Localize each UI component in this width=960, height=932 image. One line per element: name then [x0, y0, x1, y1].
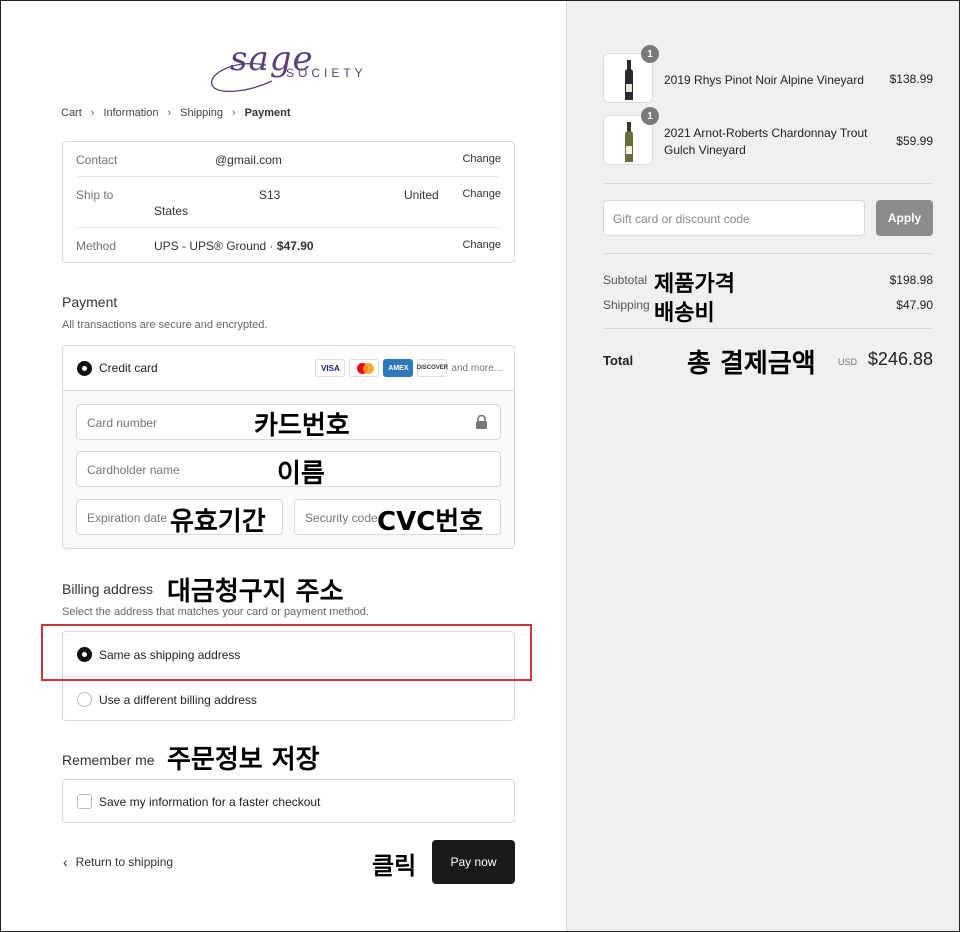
payment-subtitle: All transactions are secure and encrypte…	[62, 319, 268, 331]
card-number-placeholder: Card number	[87, 416, 158, 430]
credit-card-option[interactable]: Credit card VISA AMEX DISCOVER and more.…	[63, 346, 514, 391]
annotation-remember: 주문정보 저장	[167, 745, 320, 775]
return-to-shipping-link[interactable]: ‹ Return to shipping	[63, 854, 173, 870]
pay-now-button[interactable]: Pay now	[432, 840, 515, 884]
more-cards-label: and more...	[451, 362, 502, 374]
total-label: Total	[603, 353, 634, 368]
summary-divider	[603, 328, 933, 329]
contact-change-link[interactable]: Change	[462, 153, 501, 165]
cart-item: 1 2021 Arnot-Roberts Chardonnay Trout Gu…	[603, 107, 958, 167]
card-brands: VISA AMEX DISCOVER and more...	[315, 359, 502, 377]
method-value: UPS - UPS® Ground · $47.90	[154, 239, 314, 253]
chevron-right-icon: ›	[90, 107, 95, 119]
annotation-expiration: 유효기간	[170, 507, 266, 537]
total-currency: USD	[837, 357, 857, 367]
subtotal-label: Subtotal	[603, 273, 648, 287]
ship-to-row: Ship to S13 United States Change	[76, 188, 501, 228]
method-change-link[interactable]: Change	[462, 239, 501, 251]
save-info-label: Save my information for a faster checkou…	[99, 795, 321, 809]
expiration-placeholder: Expiration date	[87, 511, 168, 525]
ship-to-change-link[interactable]: Change	[462, 188, 501, 200]
cart-item: 1 2019 Rhys Pinot Noir Alpine Vineyard $…	[603, 45, 958, 105]
billing-subtitle: Select the address that matches your car…	[62, 606, 369, 618]
remember-me-box[interactable]: Save my information for a faster checkou…	[62, 779, 515, 823]
chevron-right-icon: ›	[167, 107, 172, 119]
annotation-shipping: 배송비	[654, 301, 715, 326]
method-text: UPS - UPS® Ground ·	[154, 239, 277, 253]
annotation-billing: 대금청구지 주소	[167, 577, 344, 607]
product-name: 2019 Rhys Pinot Noir Alpine Vineyard	[664, 73, 864, 87]
annotation-name: 이름	[277, 459, 325, 489]
method-row: Method UPS - UPS® Ground · $47.90 Change	[76, 239, 501, 259]
amex-icon: AMEX	[383, 359, 414, 377]
apply-button[interactable]: Apply	[876, 200, 933, 236]
quantity-badge: 1	[641, 107, 659, 125]
subtotal-row: Subtotal $198.98	[603, 273, 933, 287]
billing-title: Billing address	[62, 581, 154, 597]
order-review-box: Contact @gmail.com Change Ship to S13 Un…	[62, 141, 515, 263]
lock-icon	[476, 415, 487, 429]
cardholder-placeholder: Cardholder name	[87, 463, 180, 477]
discount-code-input[interactable]: Gift card or discount code	[603, 200, 865, 236]
subtotal-value: $198.98	[889, 273, 933, 287]
product-name: 2021 Arnot-Roberts Chardonnay Trout Gulc…	[664, 126, 868, 157]
ship-to-value-b: United	[404, 188, 439, 202]
method-price: $47.90	[276, 239, 314, 253]
summary-divider	[603, 253, 933, 254]
breadcrumb-shipping[interactable]: Shipping	[180, 107, 223, 119]
breadcrumb-cart[interactable]: Cart	[61, 107, 82, 119]
ship-to-label: Ship to	[76, 188, 114, 202]
order-summary-sidebar: 1 2019 Rhys Pinot Noir Alpine Vineyard $…	[566, 1, 959, 931]
brand-logo[interactable]: sage SOCIETY	[206, 39, 376, 97]
breadcrumb-payment: Payment	[244, 107, 291, 119]
checkout-main: sage SOCIETY Cart › Information › Shippi…	[1, 1, 566, 931]
breadcrumb: Cart › Information › Shipping › Payment	[61, 107, 291, 119]
credit-card-radio[interactable]	[77, 361, 92, 376]
different-address-label: Use a different billing address	[99, 693, 257, 707]
annotation-cvc: CVC번호	[377, 507, 484, 537]
payment-title: Payment	[62, 294, 118, 310]
visa-icon: VISA	[315, 359, 346, 377]
contact-label: Contact	[76, 153, 118, 167]
highlight-box	[41, 624, 532, 681]
total-value: $246.88	[867, 349, 933, 369]
different-address-radio[interactable]	[77, 692, 92, 707]
shipping-label: Shipping	[603, 298, 650, 312]
discover-icon: DISCOVER	[417, 359, 448, 377]
logo-word: SOCIETY	[286, 66, 367, 80]
method-label: Method	[76, 239, 117, 253]
different-address-option[interactable]: Use a different billing address	[63, 677, 514, 722]
ship-to-value-c: States	[154, 204, 189, 218]
contact-row: Contact @gmail.com Change	[76, 153, 501, 177]
shipping-row: Shipping $47.90	[603, 298, 933, 312]
security-placeholder: Security code	[305, 511, 378, 525]
shipping-value: $47.90	[896, 298, 933, 312]
discount-placeholder: Gift card or discount code	[613, 212, 750, 226]
chevron-right-icon: ›	[231, 107, 236, 119]
breadcrumb-information[interactable]: Information	[103, 107, 158, 119]
chevron-left-icon: ‹	[63, 854, 68, 870]
product-price: $59.99	[896, 134, 933, 148]
save-info-checkbox[interactable]	[77, 794, 92, 809]
credit-card-label: Credit card	[99, 361, 158, 375]
annotation-total: 총 결제금액	[687, 349, 816, 379]
annotation-subtotal: 제품가격	[654, 272, 735, 297]
remember-title: Remember me	[62, 752, 155, 768]
product-price: $138.99	[889, 72, 933, 86]
ship-to-value-a: S13	[259, 188, 281, 202]
annotation-click: 클릭	[372, 852, 417, 880]
contact-value: @gmail.com	[215, 153, 282, 167]
mastercard-icon	[349, 359, 380, 377]
quantity-badge: 1	[641, 45, 659, 63]
annotation-card-number: 카드번호	[254, 411, 350, 441]
summary-divider	[603, 183, 933, 184]
return-to-shipping-label: Return to shipping	[75, 855, 174, 869]
